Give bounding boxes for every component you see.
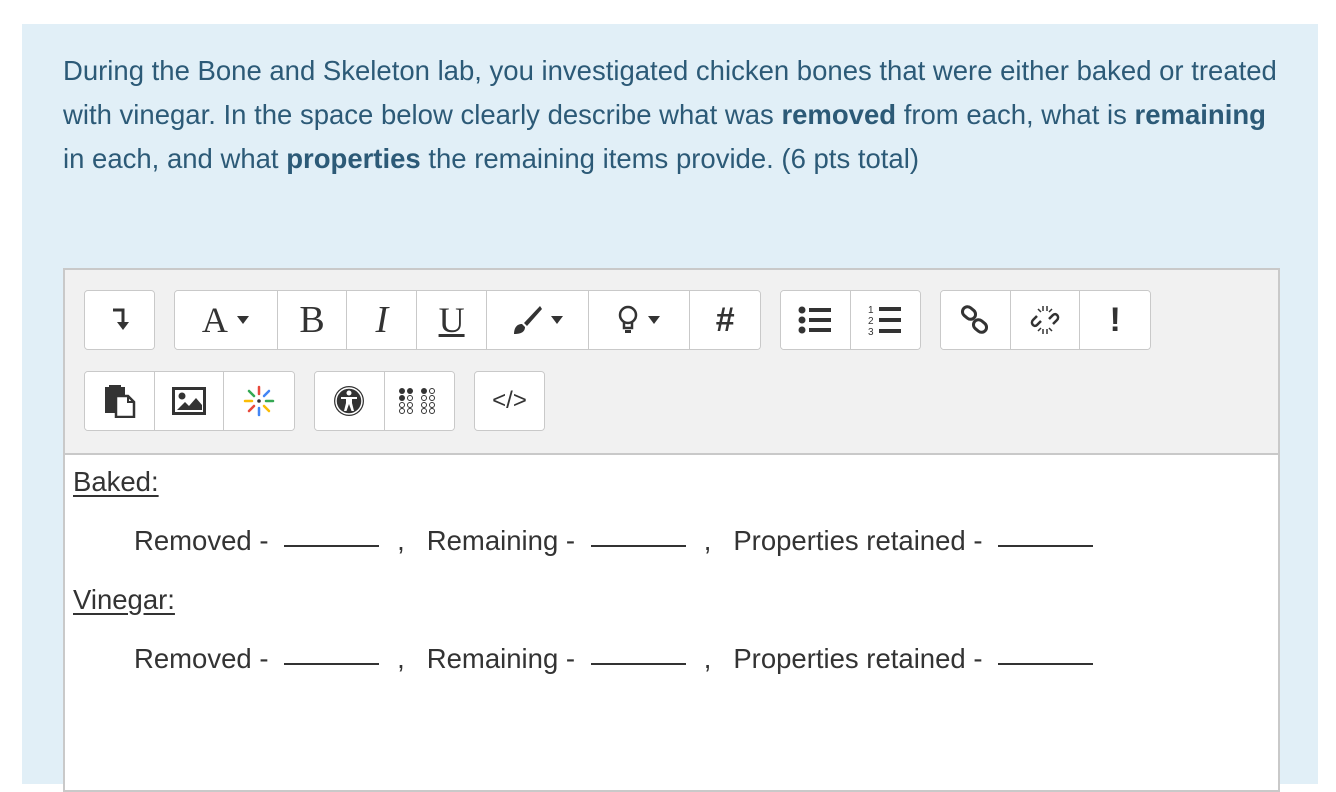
- toolbar-group-links: !: [940, 290, 1151, 350]
- brush-icon: [510, 303, 544, 337]
- braille-icon: [398, 387, 440, 415]
- media-button[interactable]: [224, 372, 294, 430]
- hash-icon: #: [715, 300, 735, 339]
- toggle-toolbar-button[interactable]: [85, 291, 154, 349]
- numbered-list-button[interactable]: 123: [850, 291, 920, 349]
- section-heading-baked: Baked:: [73, 466, 159, 497]
- accessibility-icon: [332, 384, 366, 418]
- paste-button[interactable]: [85, 372, 155, 430]
- image-icon: [172, 387, 206, 415]
- svg-text:3: 3: [868, 327, 874, 336]
- blank-removed-vinegar[interactable]: [284, 662, 380, 665]
- answer-row-vinegar: Removed - , Remaining - , Properties retai…: [134, 643, 1099, 675]
- accessibility-button[interactable]: [315, 372, 385, 430]
- toolbar-group-media: [84, 371, 295, 431]
- text-color-button[interactable]: [486, 291, 589, 349]
- svg-text:2: 2: [868, 316, 874, 327]
- editor-toolbar: A B I U # 1 2 3 ! </>: [65, 270, 1278, 455]
- bold-button[interactable]: B: [277, 291, 348, 349]
- section-heading-vinegar: Vinegar:: [73, 584, 175, 615]
- question-text: During the Bone and Skeleton lab, you in…: [63, 49, 1288, 181]
- question-emphasis-removed: removed: [781, 99, 897, 130]
- link-icon: [960, 305, 990, 335]
- italic-icon: I: [375, 299, 389, 341]
- svg-text:1: 1: [868, 305, 874, 316]
- highlight-button[interactable]: [588, 291, 691, 349]
- blank-remaining-baked[interactable]: [590, 544, 686, 547]
- font-size-button[interactable]: A: [175, 291, 278, 349]
- properties-label: Properties retained -: [733, 525, 991, 556]
- bold-icon: B: [299, 299, 325, 341]
- code-icon: </>: [492, 387, 527, 414]
- sparkle-icon: [243, 385, 275, 417]
- braille-button[interactable]: [384, 372, 454, 430]
- toolbar-group-format: A B I U #: [174, 290, 761, 350]
- bullet-list-icon: [798, 305, 832, 335]
- exclamation-button[interactable]: !: [1080, 291, 1150, 349]
- toolbar-group-toggle: [84, 290, 155, 350]
- answer-row-baked: Removed - , Remaining - , Properties retai…: [134, 525, 1099, 557]
- toolbar-group-code: </>: [474, 371, 545, 431]
- lightbulb-icon: [617, 305, 639, 335]
- question-text-part: in each, and what: [63, 143, 287, 174]
- numbered-list-icon: 123: [868, 304, 902, 336]
- question-text-part: from each, what is: [896, 99, 1135, 130]
- blank-properties-baked[interactable]: [998, 544, 1094, 547]
- rich-text-editor[interactable]: A B I U # 1 2 3 ! </> Baked: Removed - ,…: [63, 268, 1280, 792]
- underline-icon: U: [438, 300, 465, 340]
- link-button[interactable]: [941, 291, 1011, 349]
- toolbar-group-lists: 123: [780, 290, 921, 350]
- hash-button[interactable]: #: [690, 291, 760, 349]
- html-source-button[interactable]: </>: [475, 372, 544, 430]
- chevron-down-icon: [236, 315, 250, 325]
- toolbar-group-accessibility: [314, 371, 455, 431]
- question-emphasis-properties: properties: [286, 143, 421, 174]
- chevron-down-icon: [550, 315, 564, 325]
- blank-removed-baked[interactable]: [284, 544, 380, 547]
- bullet-list-button[interactable]: [781, 291, 851, 349]
- italic-button[interactable]: I: [347, 291, 418, 349]
- comma-separator: ,: [397, 525, 405, 556]
- removed-label: Removed -: [134, 525, 277, 556]
- toggle-toolbar-icon: [109, 307, 131, 333]
- comma-separator: ,: [703, 525, 712, 556]
- comma-separator: ,: [397, 643, 405, 674]
- properties-label: Properties retained -: [733, 643, 991, 674]
- question-text-part: the remaining items provide. (6 pts tota…: [420, 143, 919, 174]
- remaining-label: Remaining -: [426, 643, 583, 674]
- question-panel: During the Bone and Skeleton lab, you in…: [22, 24, 1318, 792]
- remaining-label: Remaining -: [426, 525, 583, 556]
- blank-remaining-vinegar[interactable]: [590, 662, 686, 665]
- image-button[interactable]: [154, 372, 225, 430]
- comma-separator: ,: [703, 643, 712, 674]
- unlink-icon: [1029, 304, 1061, 336]
- font-size-icon: A: [201, 300, 228, 340]
- paste-icon: [102, 384, 136, 418]
- underline-button[interactable]: U: [417, 291, 487, 349]
- blank-properties-vinegar[interactable]: [998, 662, 1094, 665]
- exclamation-icon: !: [1109, 300, 1121, 339]
- unlink-button[interactable]: [1010, 291, 1081, 349]
- chevron-down-icon: [647, 315, 661, 325]
- question-emphasis-remaining: remaining: [1134, 99, 1266, 130]
- removed-label: Removed -: [134, 643, 277, 674]
